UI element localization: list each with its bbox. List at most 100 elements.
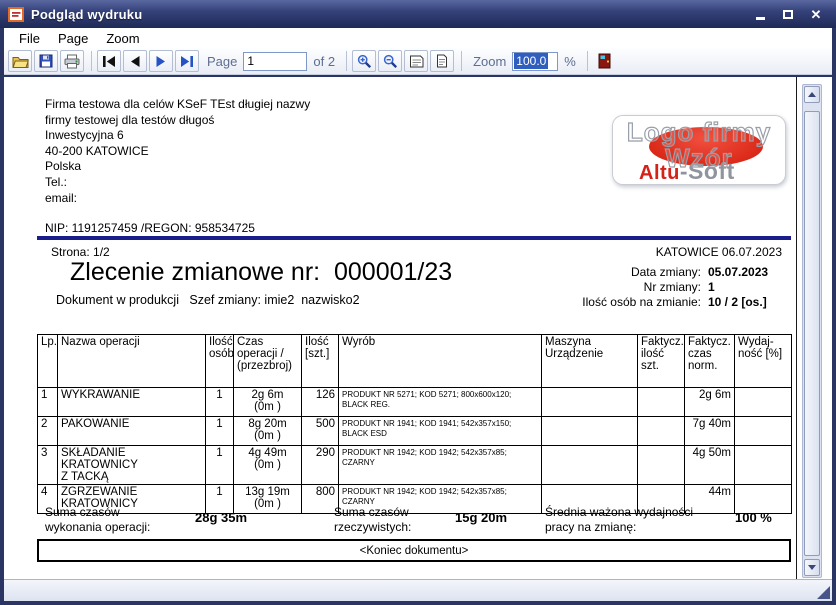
exit-button[interactable] — [593, 50, 617, 72]
meta-value: 05.07.2023 — [708, 265, 768, 280]
summary-real-value: 15g 20m — [455, 510, 507, 525]
page-label: Page — [207, 54, 237, 69]
whole-page-button[interactable] — [430, 50, 454, 72]
next-page-button[interactable] — [149, 50, 173, 72]
scroll-down-button[interactable] — [804, 559, 820, 576]
city-date: KATOWICE 06.07.2023 — [656, 245, 782, 259]
cell-wyrob: PRODUKT NR 1942; KOD 1942; 542x357x85; C… — [339, 446, 542, 485]
titlebar[interactable]: Podgląd wydruku ✕ — [0, 0, 836, 28]
scroll-up-icon — [808, 92, 816, 97]
cell-lp: 2 — [38, 417, 58, 446]
meta-label: Ilość osób na zmianie: — [451, 295, 701, 310]
company-line: firmy testowej dla testów długoś — [45, 113, 310, 129]
page-width-icon — [409, 55, 424, 68]
page-info: Strona: 1/2 — [51, 245, 110, 259]
company-line: Firma testowa dla celów KSeF TEst długie… — [45, 97, 310, 113]
nip-regon: NIP: 1191257459 /REGON: 958534725 — [45, 221, 255, 235]
col-header-osoby: Ilość osób — [206, 335, 234, 388]
col-header-fakt-ilosc: Faktycz. ilość szt. — [638, 335, 685, 388]
company-line: 40-200 KATOWICE — [45, 144, 310, 160]
print-button[interactable] — [60, 50, 84, 72]
first-page-button[interactable] — [97, 50, 121, 72]
maximize-button[interactable] — [780, 6, 796, 22]
cell-osoby: 1 — [206, 417, 234, 446]
toolbar-separator — [91, 51, 92, 71]
cell-ilosc: 500 — [302, 417, 339, 446]
toolbar-separator — [346, 51, 347, 71]
prev-page-icon — [129, 56, 141, 67]
cell-maszyna — [542, 446, 638, 485]
summary-efficiency-value: 100 % — [735, 510, 772, 525]
operations-table: Lp. Nazwa operacji Ilość osób Czas opera… — [37, 334, 792, 514]
header-rule — [37, 236, 791, 240]
meta-label: Data zmiany: — [451, 265, 701, 280]
cell-fakt-czas: 4g 50m — [685, 446, 735, 485]
table-row: 3 SKŁADANIE KRATOWNICY Z TACKĄ 1 4g 49m … — [38, 446, 792, 485]
zoom-value: 100.0 — [514, 53, 548, 69]
scroll-up-button[interactable] — [804, 86, 820, 103]
cell-fakt-czas: 2g 6m — [685, 388, 735, 417]
open-button[interactable] — [8, 50, 32, 72]
prev-page-button[interactable] — [123, 50, 147, 72]
col-header-lp: Lp. — [38, 335, 58, 388]
cell-maszyna — [542, 417, 638, 446]
save-button[interactable] — [34, 50, 58, 72]
cell-fakt-ilosc — [638, 388, 685, 417]
zoom-label: Zoom — [473, 54, 506, 69]
menu-zoom[interactable]: Zoom — [97, 30, 148, 47]
first-page-icon — [102, 56, 116, 67]
page-width-button[interactable] — [404, 50, 428, 72]
window-body: File Page Zoom — [4, 28, 832, 601]
cell-maszyna — [542, 388, 638, 417]
cell-wydajnosc — [735, 388, 792, 417]
close-button[interactable]: ✕ — [808, 6, 824, 22]
zoom-value-input[interactable]: 100.0 — [512, 52, 558, 71]
page-number-input[interactable] — [243, 52, 307, 71]
last-page-icon — [180, 56, 194, 67]
menubar: File Page Zoom — [4, 28, 832, 48]
page-of-label: of 2 — [313, 54, 335, 69]
resize-grip[interactable] — [817, 586, 830, 599]
table-row: 1 WYKRAWANIE 1 2g 6m (0m ) 126 PRODUKT N… — [38, 388, 792, 417]
vertical-scrollbar[interactable] — [802, 84, 822, 578]
maximize-icon — [783, 10, 793, 19]
document-title: Zlecenie zmianowe nr: 000001/23 — [70, 258, 452, 287]
cell-osoby: 1 — [206, 446, 234, 485]
col-header-nazwa: Nazwa operacji — [58, 335, 206, 388]
summary-efficiency-label: Średnia ważona wydajności pracy na zmian… — [545, 505, 735, 534]
table-header-row: Lp. Nazwa operacji Ilość osób Czas opera… — [38, 335, 792, 388]
summary-operations-value: 28g 35m — [195, 510, 247, 525]
company-line: Tel.: — [45, 175, 310, 191]
scroll-down-icon — [808, 565, 816, 570]
document-subtitle: Dokument w produkcji Szef zmiany: imie2 … — [56, 293, 360, 307]
end-of-document-text: <Koniec dokumentu> — [360, 545, 469, 557]
cell-czas: 2g 6m (0m ) — [234, 388, 302, 417]
col-header-wydajnosc: Wydaj-ność [%] — [735, 335, 792, 388]
zoom-in-button[interactable] — [352, 50, 376, 72]
toolbar: Page of 2 — [4, 48, 832, 75]
cell-fakt-ilosc — [638, 446, 685, 485]
save-icon — [39, 54, 53, 68]
toolbar-separator — [461, 51, 462, 71]
last-page-button[interactable] — [175, 50, 199, 72]
cell-wyrob: PRODUKT NR 1941; KOD 1941; 542x357x150; … — [339, 417, 542, 446]
exit-door-icon — [598, 53, 611, 69]
cell-nazwa: PAKOWANIE — [58, 417, 206, 446]
zoom-out-icon — [383, 54, 398, 69]
cell-ilosc: 126 — [302, 388, 339, 417]
cell-nazwa: SKŁADANIE KRATOWNICY Z TACKĄ — [58, 446, 206, 485]
col-header-maszyna: Maszyna Urządzenie — [542, 335, 638, 388]
toolbar-separator — [587, 51, 588, 71]
menu-page[interactable]: Page — [49, 30, 97, 47]
cell-fakt-czas: 7g 40m — [685, 417, 735, 446]
company-address-block: Firma testowa dla celów KSeF TEst długie… — [45, 97, 310, 206]
menu-file[interactable]: File — [10, 30, 49, 47]
minimize-button[interactable] — [752, 6, 768, 22]
summary-operations-label: Suma czasów wykonania operacji: — [45, 505, 195, 534]
col-header-czas: Czas operacji / (przezbroj) — [234, 335, 302, 388]
print-preview-window: Podgląd wydruku ✕ File Page Zoom — [0, 0, 836, 605]
cell-ilosc: 800 — [302, 485, 339, 514]
cell-czas: 4g 49m (0m ) — [234, 446, 302, 485]
scrollbar-thumb[interactable] — [804, 111, 820, 556]
zoom-out-button[interactable] — [378, 50, 402, 72]
